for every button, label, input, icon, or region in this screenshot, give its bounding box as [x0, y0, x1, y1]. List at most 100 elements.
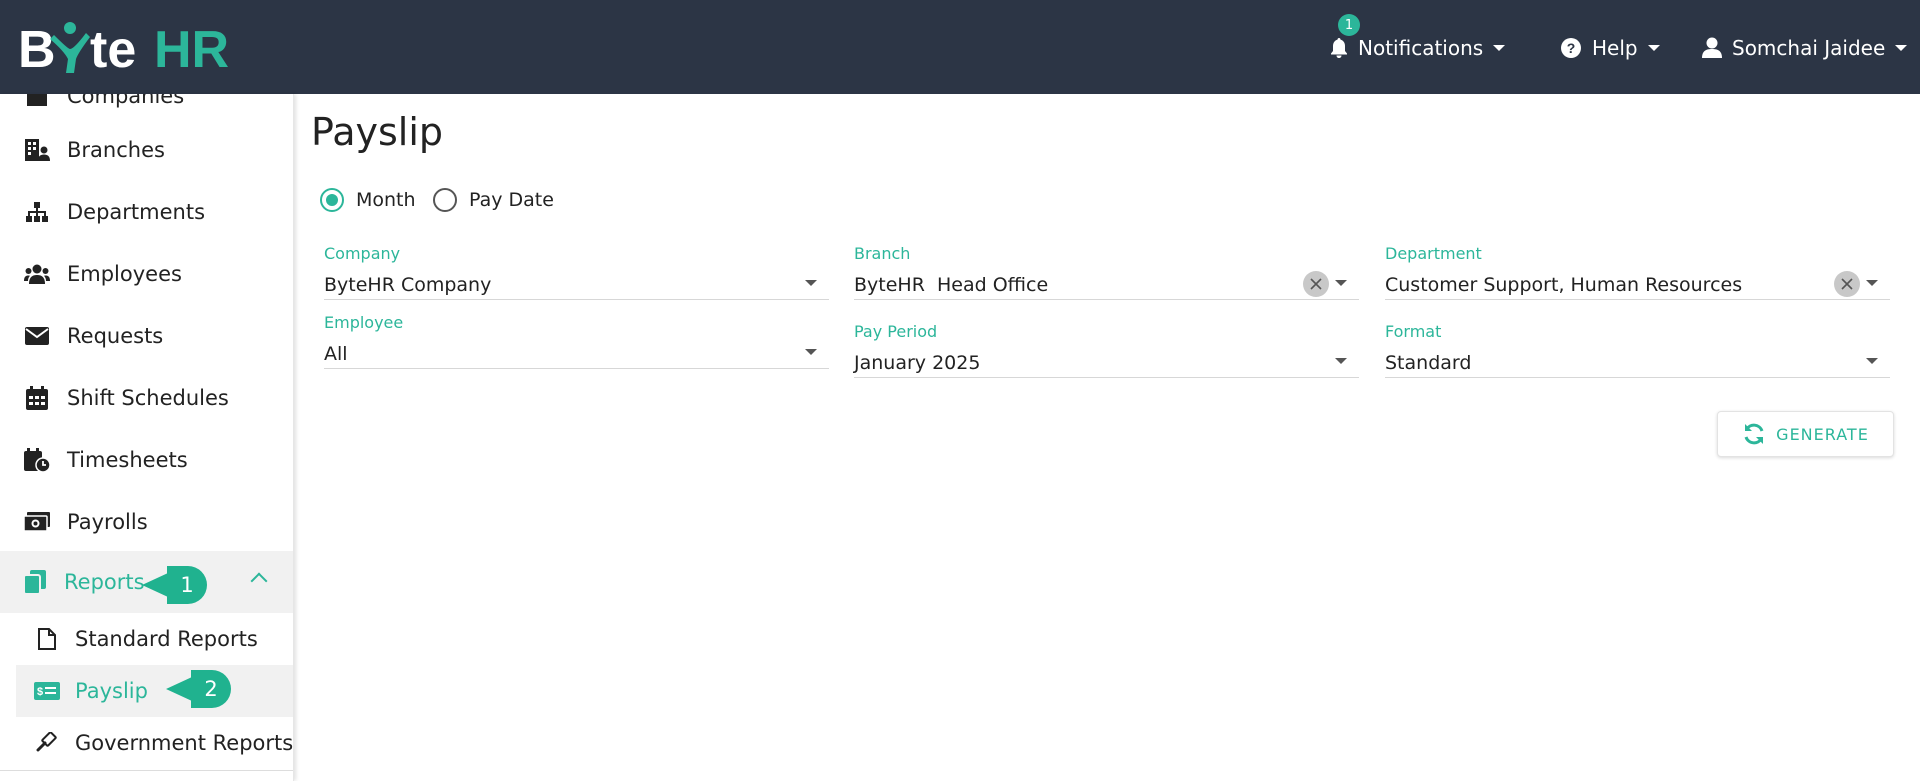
bytehr-logo[interactable]: B te HR — [18, 18, 258, 76]
department-label: Department — [1385, 244, 1482, 263]
help-menu[interactable]: ? Help — [1560, 30, 1660, 66]
radio-pay-date-label: Pay Date — [469, 189, 554, 211]
copy-file-icon — [22, 569, 48, 595]
sidebar-item-requests[interactable]: Requests — [0, 308, 293, 364]
notifications-label: Notifications — [1358, 36, 1484, 60]
svg-text:?: ? — [1567, 40, 1576, 56]
calendar-icon — [24, 385, 50, 411]
file-icon — [34, 626, 60, 652]
sidebar-subitem-payslip[interactable]: $ Payslip — [16, 665, 293, 717]
radio-month-label: Month — [356, 189, 416, 211]
sidebar-item-branches[interactable]: Branches — [0, 122, 293, 178]
sidebar-item-departments[interactable]: Departments — [0, 184, 293, 240]
notifications-menu[interactable]: Notifications — [1330, 30, 1506, 66]
sidebar-item-employees[interactable]: Employees — [0, 246, 293, 302]
sidebar-item-label: Employees — [67, 262, 182, 286]
format-value: Standard — [1385, 352, 1472, 374]
format-select[interactable]: Format Standard — [1385, 322, 1890, 378]
svg-text:HR: HR — [154, 21, 229, 75]
sidebar-item-label: Reports — [64, 570, 145, 594]
chevron-down-icon — [805, 280, 817, 286]
chevron-down-icon — [1866, 280, 1878, 286]
generate-button-label: GENERATE — [1776, 424, 1869, 444]
callout-pointer — [142, 573, 168, 597]
chevron-down-icon — [1647, 45, 1660, 51]
sidebar-subitem-standard-reports[interactable]: Standard Reports — [16, 613, 293, 665]
refresh-icon — [1742, 422, 1766, 446]
callout-number: 1 — [167, 566, 207, 604]
callout-pointer — [166, 677, 192, 701]
branch-select[interactable]: Branch ByteHR Head Office — [854, 244, 1359, 300]
step-callout-1: 1 — [142, 566, 207, 604]
money-check-icon: $ — [34, 678, 60, 704]
question-circle-icon: ? — [1560, 37, 1582, 59]
sidebar-item-label: Companies — [67, 94, 185, 108]
sidebar-item-label: Departments — [67, 200, 206, 224]
sidebar-subitem-label: Payslip — [75, 679, 148, 703]
radio-button-checked[interactable] — [320, 188, 344, 212]
sidebar-item-timesheets[interactable]: Timesheets — [0, 432, 293, 488]
pay-period-label: Pay Period — [854, 322, 938, 341]
sidebar-divider — [0, 770, 293, 771]
users-icon — [24, 261, 50, 287]
department-select[interactable]: Department Customer Support, Human Resou… — [1385, 244, 1890, 300]
page-title: Payslip — [311, 110, 444, 154]
company-value: ByteHR Company — [324, 274, 492, 296]
employee-label: Employee — [324, 313, 404, 332]
user-name-label: Somchai Jaidee — [1732, 36, 1886, 60]
sidebar-item-label: Branches — [67, 138, 165, 162]
user-menu[interactable]: Somchai Jaidee — [1702, 30, 1908, 66]
branch-label: Branch — [854, 244, 911, 263]
user-icon — [1702, 37, 1722, 59]
help-label: Help — [1592, 36, 1638, 60]
generate-button[interactable]: GENERATE — [1717, 411, 1894, 457]
chevron-down-icon — [1866, 358, 1878, 364]
pay-period-select[interactable]: Pay Period January 2025 — [854, 322, 1359, 378]
sitemap-icon — [24, 199, 50, 225]
chevron-down-icon — [1895, 45, 1908, 51]
svg-text:B: B — [18, 21, 56, 75]
envelope-icon — [24, 323, 50, 349]
radio-button-unchecked[interactable] — [433, 188, 457, 212]
sidebar-subitem-label: Standard Reports — [75, 627, 258, 651]
svg-text:te: te — [90, 21, 136, 75]
logo-mark: B te HR — [18, 21, 229, 75]
sidebar-item-label: Timesheets — [67, 448, 188, 472]
clear-icon[interactable] — [1834, 271, 1860, 297]
notification-count-badge: 1 — [1338, 14, 1360, 36]
chevron-up-icon[interactable] — [250, 572, 268, 590]
branches-icon — [24, 137, 50, 163]
chevron-down-icon — [1493, 45, 1506, 51]
gavel-icon — [34, 730, 60, 756]
employee-value: All — [324, 343, 348, 365]
money-bill-icon — [24, 509, 50, 535]
clear-icon[interactable] — [1303, 271, 1329, 297]
sidebar: Companies Branches Departments Employees… — [0, 94, 294, 781]
chevron-down-icon — [1335, 358, 1347, 364]
sidebar-subitem-government-reports[interactable]: Government Reports — [16, 717, 294, 769]
chevron-down-icon — [1335, 280, 1347, 286]
top-navbar: B te HR Notifications 1 ? Help Somchai J… — [0, 0, 1920, 94]
employee-select[interactable]: Employee All — [324, 313, 829, 369]
sidebar-item-label: Requests — [67, 324, 164, 348]
callout-number: 2 — [191, 670, 231, 708]
step-callout-2: 2 — [166, 670, 231, 708]
sidebar-item-shift-schedules[interactable]: Shift Schedules — [0, 370, 293, 426]
radio-pay-date[interactable]: Pay Date — [433, 188, 554, 212]
sidebar-item-companies[interactable]: Companies — [0, 94, 293, 124]
company-select[interactable]: Company ByteHR Company — [324, 244, 829, 300]
sidebar-item-label: Payrolls — [67, 510, 148, 534]
format-label: Format — [1385, 322, 1442, 341]
branch-value: ByteHR Head Office — [854, 274, 1049, 296]
company-label: Company — [324, 244, 401, 263]
chevron-down-icon — [805, 349, 817, 355]
svg-text:$: $ — [37, 686, 43, 698]
companies-icon — [24, 94, 50, 109]
sidebar-item-payrolls[interactable]: Payrolls — [0, 494, 293, 550]
department-value: Customer Support, Human Resources — [1385, 274, 1743, 296]
calendar-clock-icon — [24, 447, 50, 473]
bell-icon — [1330, 38, 1348, 58]
pay-period-value: January 2025 — [854, 352, 981, 374]
radio-month[interactable]: Month — [320, 188, 416, 212]
sidebar-subitem-label: Government Reports — [75, 731, 294, 755]
